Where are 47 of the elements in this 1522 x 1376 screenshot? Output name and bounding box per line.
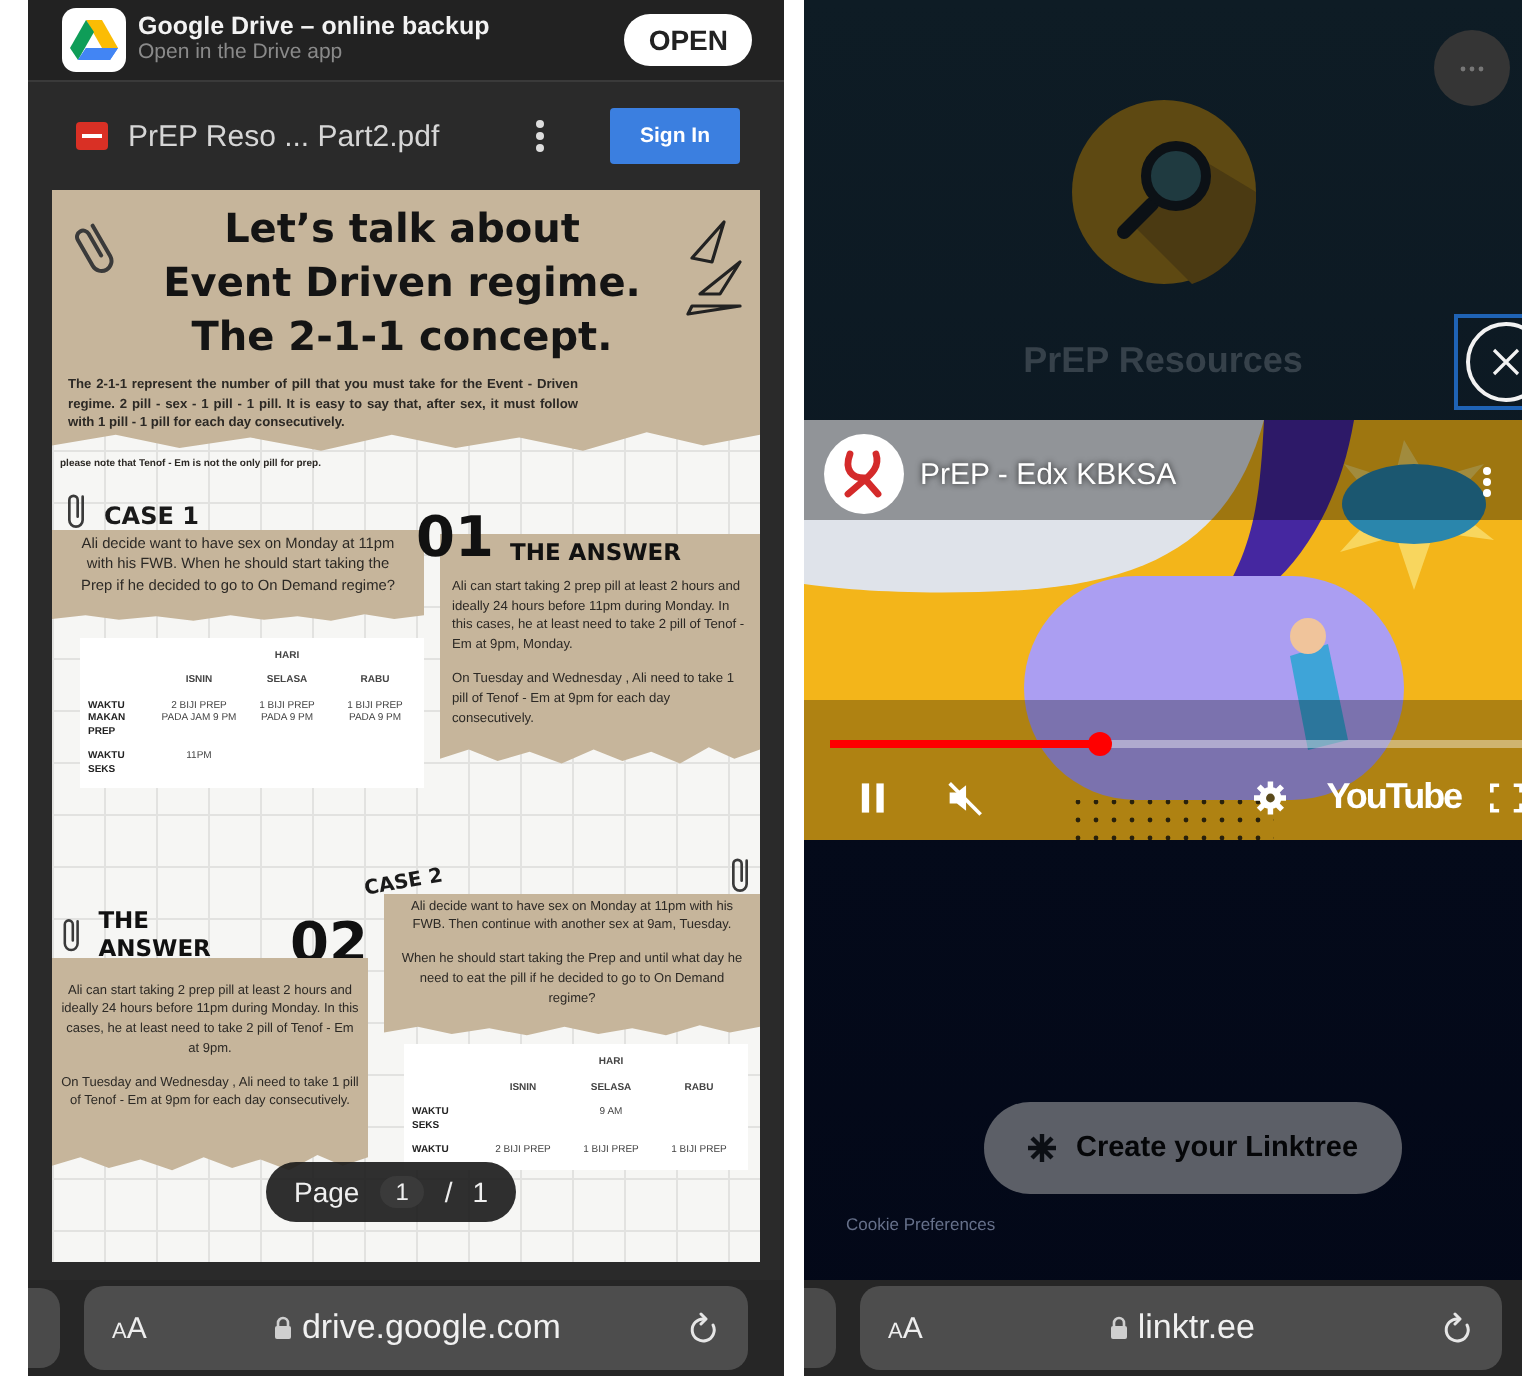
page-total: 1 [472, 1176, 489, 1208]
url-text: drive.google.com [301, 1308, 561, 1348]
address-bar[interactable]: AA drive.google.com [84, 1286, 748, 1370]
address-bar[interactable]: AA linktr.ee [860, 1286, 1502, 1370]
banner-subtitle: Open in the Drive app [138, 42, 345, 66]
accent-strokes-icon [684, 218, 744, 318]
pdf-file-icon [76, 122, 108, 150]
cookie-preferences-link[interactable]: Cookie Preferences [846, 1214, 996, 1234]
more-icon[interactable] [534, 118, 546, 154]
magnifier-avatar-icon [1071, 100, 1255, 284]
paperclip-icon [64, 489, 88, 530]
more-icon[interactable] [1482, 466, 1492, 498]
case-heading: CASE 2 [362, 864, 445, 900]
answer-heading: THE ANSWER [509, 537, 681, 566]
settings-icon[interactable] [1253, 779, 1287, 815]
poster-title: The 2-1-1 concept. [191, 310, 613, 364]
text-size-button[interactable]: AA [888, 1311, 923, 1345]
sign-in-button[interactable]: Sign In [610, 108, 740, 164]
file-name: PrEP Reso ... Part2.pdf [128, 119, 442, 153]
channel-logo-icon[interactable] [824, 434, 904, 514]
muted-speaker-icon[interactable] [945, 777, 986, 817]
poster-title: Let’s talk about [224, 202, 580, 256]
fullscreen-icon[interactable] [1489, 781, 1522, 813]
paperclip-icon [728, 853, 752, 894]
close-button[interactable] [1454, 314, 1522, 410]
poster-title: Event Driven regime. [163, 256, 641, 310]
text-size-button[interactable]: AA [112, 1311, 147, 1345]
page-label: Page [294, 1176, 360, 1208]
tab-edge[interactable] [804, 1288, 836, 1368]
more-icon [1460, 65, 1484, 71]
case-number: 01 [416, 509, 494, 566]
paperclip-icon [60, 913, 83, 954]
asterisk-icon [1028, 1134, 1056, 1162]
case-heading: CASE 1 [104, 501, 199, 530]
answer-heading: THE ANSWER [98, 905, 213, 962]
lock-icon [273, 1316, 292, 1340]
reload-icon[interactable] [1442, 1311, 1474, 1345]
reload-icon[interactable] [688, 1311, 720, 1345]
page-separator: / [444, 1176, 453, 1208]
url-text: linktr.ee [1137, 1308, 1255, 1348]
lock-icon [1109, 1316, 1128, 1340]
banner-title: Google Drive – online backup [138, 14, 492, 43]
drive-logo-icon [62, 8, 126, 72]
page-number-field[interactable]: 1 [379, 1176, 425, 1208]
tab-edge[interactable] [28, 1288, 60, 1368]
open-button[interactable]: OPEN [624, 14, 752, 66]
pause-icon[interactable] [860, 779, 886, 815]
